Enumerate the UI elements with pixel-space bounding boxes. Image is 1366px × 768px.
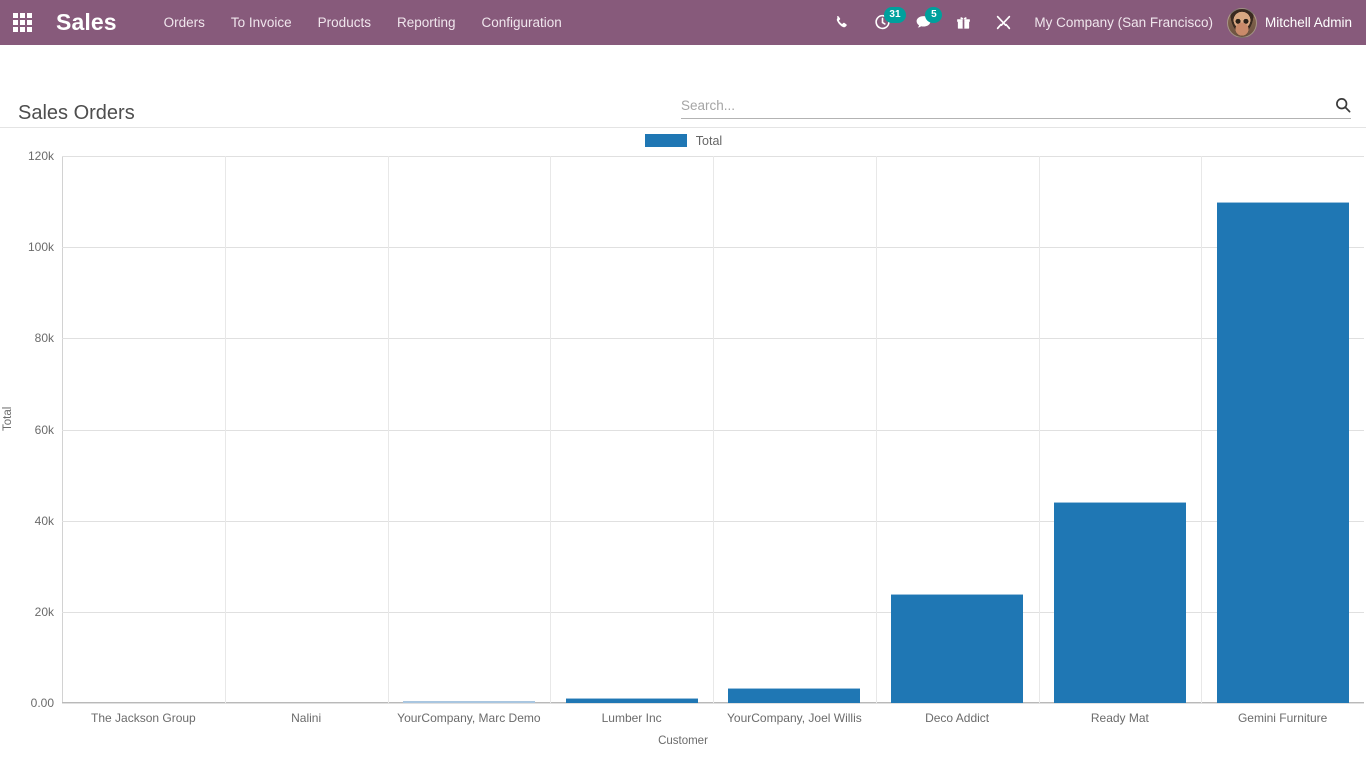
bar[interactable] [891,593,1024,703]
x-axis-tick-label: Nalini [291,711,322,725]
y-axis-tick-label: 60k [34,422,54,437]
menu-item-to-invoice[interactable]: To Invoice [218,1,305,44]
bar[interactable] [728,687,861,703]
menu-item-configuration[interactable]: Configuration [469,1,575,44]
bar-cell [225,156,388,703]
search-input[interactable] [681,97,1335,113]
bar[interactable] [1053,501,1186,703]
y-axis-tick-label: 100k [27,240,54,255]
y-axis-title: Total [2,406,14,431]
gridline [62,703,1364,704]
x-axis-tick-label: YourCompany, Marc Demo [397,711,541,725]
bar-cell [1201,156,1364,703]
bar[interactable] [402,701,535,703]
bar-cell [62,156,225,703]
menu-item-reporting[interactable]: Reporting [384,1,469,44]
top-navigation-bar: Sales Orders To Invoice Products Reporti… [0,0,1366,45]
x-axis-tick-label: The Jackson Group [91,711,196,725]
y-axis-tick-label: 40k [34,513,54,528]
bar-cell [1039,156,1202,703]
app-brand-sales[interactable]: Sales [56,9,117,36]
main-menu: Orders To Invoice Products Reporting Con… [151,1,575,44]
y-axis-tick-label: 0.00 [30,696,54,710]
graph-view: Total Total 0.00 20k 40k 60k 80k 100k 120k The… [0,128,1366,768]
control-panel: Sales Orders MEASURES [0,45,1366,168]
x-axis-tick-label: Deco Addict [925,711,990,725]
bar-cell [713,156,876,703]
y-axis-tick-label: 120k [27,149,54,163]
user-menu[interactable]: Mitchell Admin [1223,7,1366,38]
x-axis-tick-label: Lumber Inc [601,711,662,725]
bar-cell [550,156,713,703]
messages-count-badge: 5 [925,7,943,23]
activities-count-badge: 31 [884,7,906,23]
user-name: Mitchell Admin [1264,15,1352,30]
x-axis-tick-label: YourCompany, Joel Willis [727,711,862,725]
search-icon[interactable] [1335,97,1351,113]
y-axis-tick-label: 20k [34,604,54,619]
systray: 31 5 My Company (San Francisco) Mitchell… [822,0,1366,45]
breadcrumb: Sales Orders [18,102,135,124]
x-axis-tick-labels: The Jackson Group Nalini YourCompany, Marc… [62,711,1364,725]
bar[interactable] [565,698,698,703]
menu-item-products[interactable]: Products [305,1,384,44]
bar-series-total [62,156,1364,703]
phone-icon[interactable] [822,0,862,45]
y-axis-tick-label: 80k [34,331,54,346]
wrench-tools-icon[interactable] [983,0,1024,45]
chart-legend: Total [0,128,1366,148]
activities-clock-icon[interactable]: 31 [862,0,906,45]
bar[interactable] [1216,201,1349,703]
legend-swatch-total[interactable] [643,133,688,148]
search-area [681,97,1351,119]
gift-icon[interactable] [944,0,983,45]
menu-item-orders[interactable]: Orders [151,1,218,44]
chart-plot-area: 0.00 20k 40k 60k 80k 100k 120k [28,149,1364,710]
x-axis-title: Customer [658,735,708,747]
avatar [1226,7,1257,38]
x-axis-tick-label: Gemini Furniture [1237,711,1328,725]
bar-cell [388,156,551,703]
x-axis-tick-label: Ready Mat [1090,711,1149,725]
apps-grid-icon[interactable] [0,0,44,45]
company-switcher[interactable]: My Company (San Francisco) [1024,15,1223,30]
bar-cell [876,156,1039,703]
legend-label-total: Total [695,133,723,148]
messages-chat-icon[interactable]: 5 [903,0,944,45]
